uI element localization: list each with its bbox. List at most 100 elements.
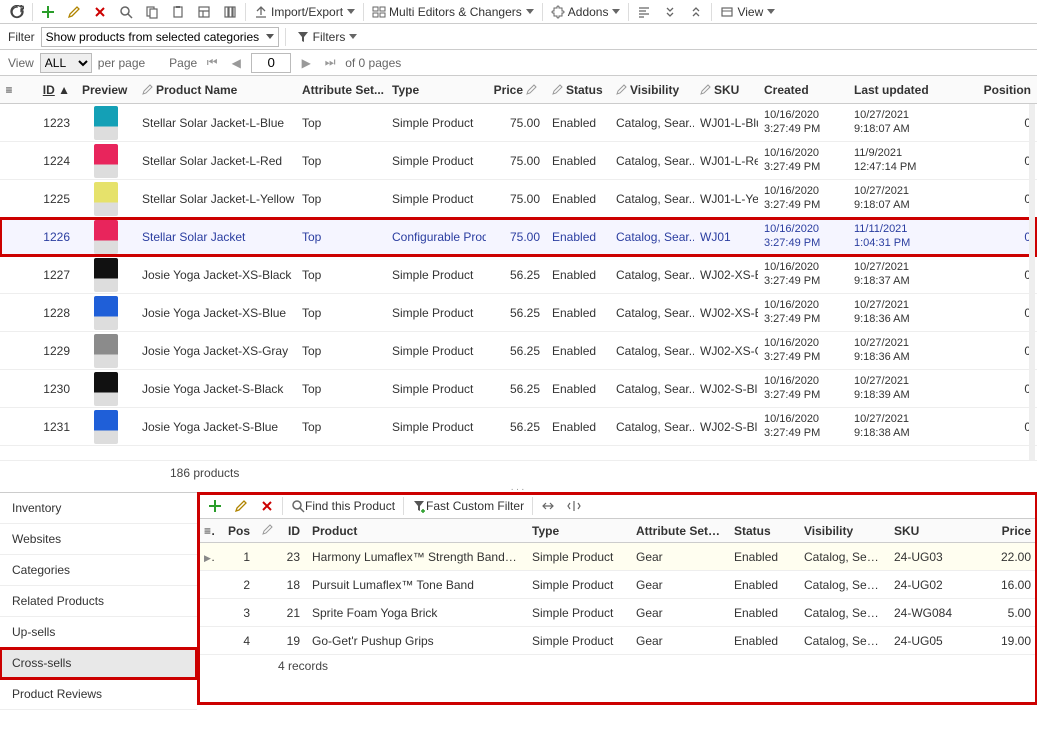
- cell-created: 10/16/20203:27:49 PM: [758, 185, 848, 211]
- next-page-button[interactable]: ▶: [297, 54, 315, 72]
- row-selector-header[interactable]: ≡: [0, 83, 18, 97]
- detail-tab-related-products[interactable]: Related Products: [0, 586, 197, 617]
- column-created[interactable]: Created: [758, 83, 848, 97]
- cell-type: Simple Product: [386, 306, 486, 320]
- autofit-button[interactable]: [537, 496, 559, 516]
- detail-column-pos[interactable]: Pos: [216, 524, 256, 538]
- table-row[interactable]: 1225Stellar Solar Jacket-L-YellowTopSimp…: [0, 180, 1037, 218]
- split-columns-button[interactable]: [563, 496, 585, 516]
- detail-column-price[interactable]: Price: [960, 524, 1037, 538]
- detail-column-visibility[interactable]: Visibility: [798, 524, 888, 538]
- detail-tab-product-reviews[interactable]: Product Reviews: [0, 679, 197, 710]
- search-button[interactable]: [115, 2, 137, 22]
- cell-visibility: Catalog, Sear...: [610, 420, 694, 434]
- column-type[interactable]: Type: [386, 83, 486, 97]
- column-sku[interactable]: SKU: [694, 83, 758, 97]
- add-button[interactable]: [37, 2, 59, 22]
- align-left-button[interactable]: [633, 2, 655, 22]
- first-page-button[interactable]: ⏮: [203, 54, 221, 72]
- detail-row[interactable]: 321Sprite Foam Yoga BrickSimple ProductG…: [198, 599, 1037, 627]
- detail-edit-button[interactable]: [230, 496, 252, 516]
- column-preview[interactable]: Preview: [76, 83, 136, 97]
- import-export-menu[interactable]: Import/Export: [250, 2, 359, 22]
- table-row[interactable]: 1231Josie Yoga Jacket-S-BlueTopSimple Pr…: [0, 408, 1037, 446]
- refresh-icon: [10, 5, 24, 19]
- paste-button[interactable]: [167, 2, 189, 22]
- fast-filter-label: Fast Custom Filter: [426, 499, 524, 513]
- detail-column-sku[interactable]: SKU: [888, 524, 960, 538]
- addons-menu[interactable]: Addons: [547, 2, 625, 22]
- detail-row-selector-header[interactable]: ≡: [198, 524, 216, 538]
- detail-column-status[interactable]: Status: [728, 524, 798, 538]
- filters-menu[interactable]: Filters: [292, 27, 362, 47]
- detail-add-button[interactable]: [204, 496, 226, 516]
- detail-cell-visibility: Catalog, Search: [798, 634, 888, 648]
- pencil-icon: [234, 499, 248, 513]
- prev-page-button[interactable]: ◀: [227, 54, 245, 72]
- cell-id: 1226: [18, 230, 76, 244]
- cell-name: Josie Yoga Jacket-XS-Gray: [136, 344, 296, 358]
- cell-price: 75.00: [486, 230, 546, 244]
- toolbar-separator: [711, 3, 712, 21]
- refresh-button[interactable]: [6, 2, 28, 22]
- cell-updated: 10/27/20219:18:07 AM: [848, 109, 940, 135]
- detail-row[interactable]: 123Harmony Lumaflex™ Strength Band KitSi…: [198, 543, 1037, 571]
- table-row[interactable]: 1226Stellar Solar JacketTopConfigurable …: [0, 218, 1037, 256]
- table-row[interactable]: 1229Josie Yoga Jacket-XS-GrayTopSimple P…: [0, 332, 1037, 370]
- detail-column-edit[interactable]: [256, 524, 274, 538]
- collapse-all-button[interactable]: [685, 2, 707, 22]
- detail-panel: Find this Product Fast Custom Filter ≡ P…: [198, 493, 1037, 704]
- vertical-splitter[interactable]: ···: [0, 484, 1037, 492]
- table-row[interactable]: 1230Josie Yoga Jacket-S-BlackTopSimple P…: [0, 370, 1037, 408]
- column-last-updated[interactable]: Last updated: [848, 83, 940, 97]
- copy-button[interactable]: [141, 2, 163, 22]
- page-input[interactable]: [251, 53, 291, 73]
- filter-select[interactable]: Show products from selected categories: [41, 27, 279, 47]
- detail-tab-cross-sells[interactable]: Cross-sells: [0, 648, 197, 679]
- column-product-name[interactable]: Product Name: [136, 83, 296, 97]
- detail-column-product[interactable]: Product: [306, 524, 526, 538]
- search-icon: [291, 499, 305, 513]
- detail-delete-button[interactable]: [256, 496, 278, 516]
- table-row[interactable]: 1224Stellar Solar Jacket-L-RedTopSimple …: [0, 142, 1037, 180]
- expand-all-button[interactable]: [659, 2, 681, 22]
- x-icon: [260, 499, 274, 513]
- cell-name: Josie Yoga Jacket-S-Blue: [136, 420, 296, 434]
- split-icon: [567, 499, 581, 513]
- detail-tab-inventory[interactable]: Inventory: [0, 493, 197, 524]
- column-price[interactable]: Price: [486, 83, 546, 97]
- detail-tab-websites[interactable]: Websites: [0, 524, 197, 555]
- cell-type: Simple Product: [386, 344, 486, 358]
- scrollbar[interactable]: [1029, 104, 1035, 460]
- detail-row[interactable]: 218Pursuit Lumaflex™ Tone BandSimple Pro…: [198, 571, 1037, 599]
- page-size-select[interactable]: ALL: [40, 53, 92, 73]
- column-visibility[interactable]: Visibility: [610, 83, 694, 97]
- cell-created: 10/16/20203:27:49 PM: [758, 299, 848, 325]
- detail-tab-categories[interactable]: Categories: [0, 555, 197, 586]
- delete-button[interactable]: [89, 2, 111, 22]
- detail-tab-up-sells[interactable]: Up-sells: [0, 617, 197, 648]
- detail-cell-status: Enabled: [728, 606, 798, 620]
- column-status[interactable]: Status: [546, 83, 610, 97]
- detail-column-attribute-set[interactable]: Attribute Set Na: [630, 524, 728, 538]
- column-attribute-set[interactable]: Attribute Set...: [296, 83, 386, 97]
- pencil-icon: [262, 524, 273, 535]
- view-menu[interactable]: View: [716, 2, 779, 22]
- edit-button[interactable]: [63, 2, 85, 22]
- column-id[interactable]: ID ▲: [18, 83, 76, 97]
- last-page-button[interactable]: ⏭: [321, 54, 339, 72]
- find-product-button[interactable]: Find this Product: [287, 496, 399, 516]
- table-row[interactable]: 1223Stellar Solar Jacket-L-BlueTopSimple…: [0, 104, 1037, 142]
- column-position[interactable]: Position: [940, 83, 1037, 97]
- detail-row[interactable]: 419Go-Get'r Pushup GripsSimple ProductGe…: [198, 627, 1037, 655]
- columns-button[interactable]: [219, 2, 241, 22]
- multi-editors-menu[interactable]: Multi Editors & Changers: [368, 2, 538, 22]
- table-row[interactable]: 1227Josie Yoga Jacket-XS-BlackTopSimple …: [0, 256, 1037, 294]
- fast-filter-button[interactable]: Fast Custom Filter: [408, 496, 528, 516]
- detail-column-id[interactable]: ID: [274, 524, 306, 538]
- detail-row-handle[interactable]: [198, 550, 216, 564]
- detail-column-type[interactable]: Type: [526, 524, 630, 538]
- table-row[interactable]: 1228Josie Yoga Jacket-XS-BlueTopSimple P…: [0, 294, 1037, 332]
- cell-status: Enabled: [546, 116, 610, 130]
- layout-button[interactable]: [193, 2, 215, 22]
